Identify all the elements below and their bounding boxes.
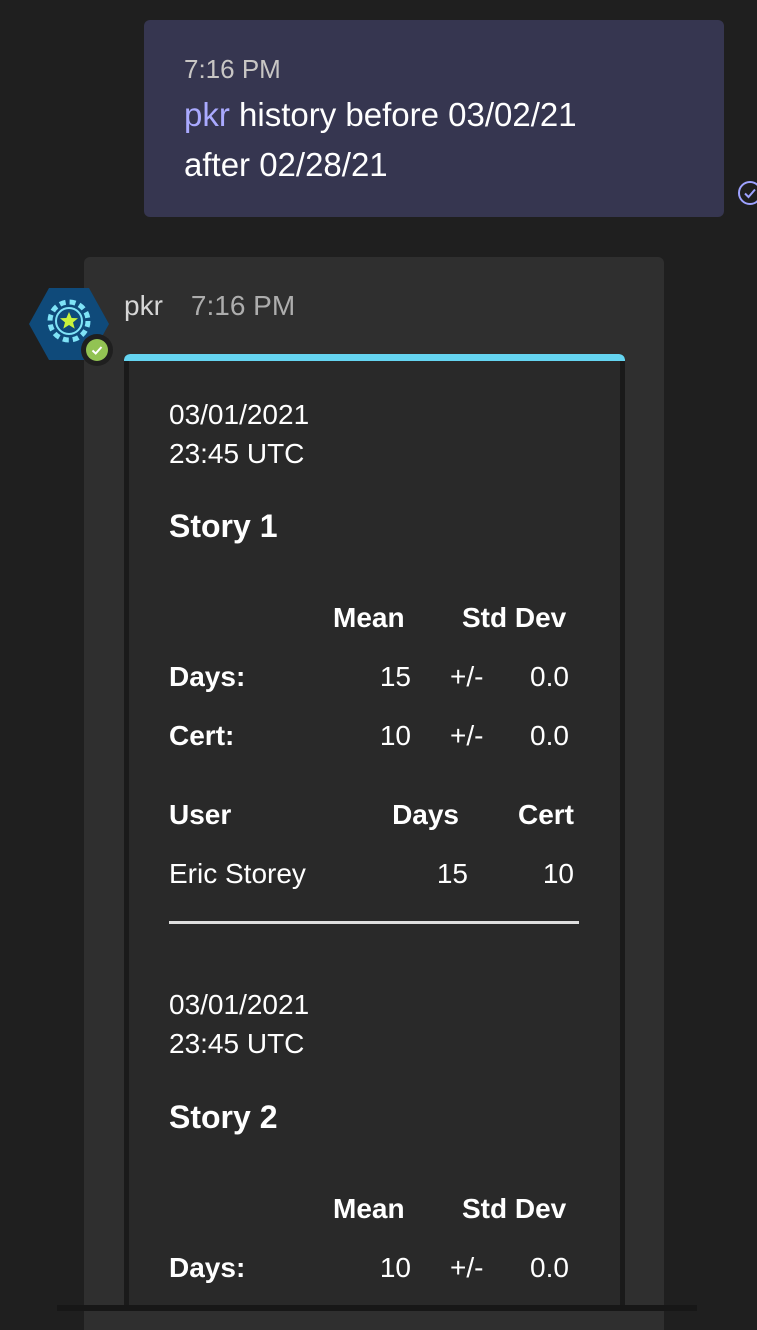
bot-mention[interactable]: pkr <box>184 96 230 133</box>
sent-message-text: pkr history before 03/02/21 after 02/28/… <box>184 90 684 190</box>
cert-header: Cert <box>517 799 574 830</box>
story-date: 03/01/2021 <box>169 989 310 1020</box>
story-divider <box>169 921 579 924</box>
user-days: 15 <box>436 858 468 889</box>
user-header: User <box>169 799 232 830</box>
stat-mean: 10 <box>379 1252 411 1283</box>
story-title: Story 2 <box>169 1099 278 1135</box>
sent-message-line1: history before 03/02/21 <box>229 96 577 133</box>
compose-divider <box>57 1305 697 1311</box>
stat-label: Days: <box>169 1252 246 1283</box>
stat-std: 0.0 <box>530 720 569 751</box>
read-check-icon <box>738 181 757 205</box>
stat-std: 0.0 <box>530 661 569 692</box>
story-time: 23:45 UTC <box>169 1028 305 1059</box>
stat-plus-minus: +/- <box>450 720 484 751</box>
story-title: Story 1 <box>169 508 278 544</box>
bot-sender-name[interactable]: pkr <box>124 290 163 321</box>
mean-header: Mean <box>333 602 405 633</box>
bot-message-header: pkr 7:16 PM <box>124 288 295 324</box>
card-accent-bar <box>124 354 625 361</box>
stat-mean: 10 <box>379 720 411 751</box>
history-card <box>124 354 625 1308</box>
user-cert: 10 <box>542 858 574 889</box>
std-dev-header: Std Dev <box>462 602 567 633</box>
stat-mean: 15 <box>379 661 411 692</box>
status-badge <box>81 334 113 366</box>
sent-message-time: 7:16 PM <box>184 54 281 84</box>
days-header: Days <box>392 799 459 830</box>
user-name: Eric Storey <box>169 858 306 889</box>
story-date: 03/01/2021 <box>169 399 310 430</box>
stat-plus-minus: +/- <box>450 661 484 692</box>
stat-label: Days: <box>169 661 246 692</box>
stat-plus-minus: +/- <box>450 1252 484 1283</box>
available-check-icon <box>91 346 103 355</box>
std-dev-header: Std Dev <box>462 1193 567 1224</box>
story-time: 23:45 UTC <box>169 438 305 469</box>
sent-message-line2: after 02/28/21 <box>184 146 388 183</box>
sent-message-bubble[interactable]: 7:16 PM pkr history before 03/02/21 afte… <box>144 20 724 217</box>
stat-label: Cert: <box>169 720 235 751</box>
bot-message-time: 7:16 PM <box>190 290 296 321</box>
mean-header: Mean <box>333 1193 405 1224</box>
stat-std: 0.0 <box>530 1252 569 1283</box>
